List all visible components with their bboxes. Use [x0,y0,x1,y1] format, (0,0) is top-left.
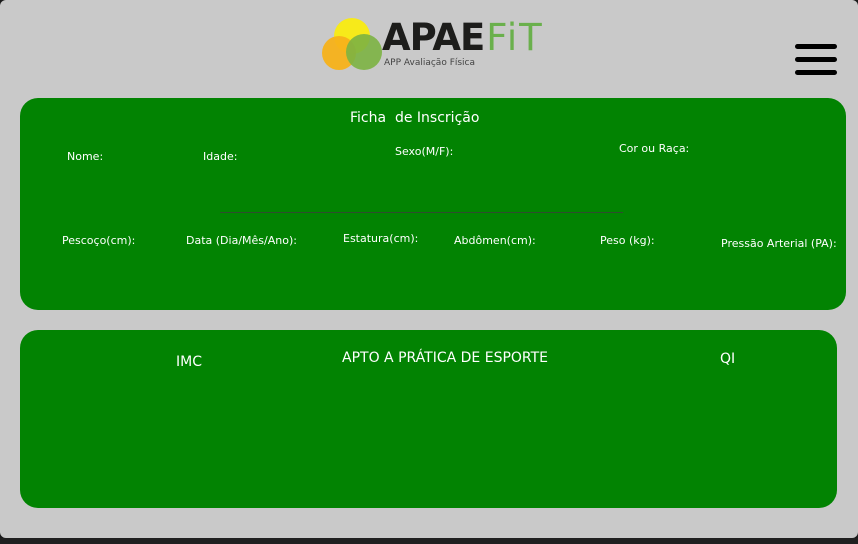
imc-label: IMC [176,354,202,370]
blood-pressure-field-label[interactable]: Pressão Arterial (PA): [721,237,837,250]
app-logo: APAEFiT APP Avaliação Física [320,16,542,76]
age-field-label[interactable]: Idade: [203,150,237,163]
screen-bottom-edge [0,538,858,544]
name-field-label[interactable]: Nome: [67,150,103,163]
hamburger-menu-icon[interactable] [795,44,837,76]
date-field-label[interactable]: Data (Dia/Mês/Ano): [186,234,297,247]
logo-subtitle: APP Avaliação Física [384,58,476,68]
height-field-label[interactable]: Estatura(cm): [343,232,418,245]
menu-bar-top [795,44,837,49]
fitness-label: APTO A PRÁTICA DE ESPORTE [342,350,549,366]
menu-bar-bottom [795,70,837,75]
logo-wordmark-accent: FiT [486,16,544,59]
form-title: Ficha de Inscrição [350,110,480,126]
qi-label: QI [720,351,736,367]
logo-circle-green [346,34,382,70]
form-divider [220,212,623,213]
neck-field-label[interactable]: Pescoço(cm): [62,234,135,247]
logo-wordmark: APAEFiT [382,18,544,58]
weight-field-label[interactable]: Peso (kg): [600,234,655,247]
sex-field-label[interactable]: Sexo(M/F): [395,145,453,158]
app-screen: APAEFiT APP Avaliação Física Ficha de In… [0,0,858,538]
registration-form-panel: Ficha de Inscrição Nome: Idade: Sexo(M/F… [20,98,846,310]
race-field-label[interactable]: Cor ou Raça: [619,142,689,155]
results-panel: IMC APTO A PRÁTICA DE ESPORTE QI [20,330,837,508]
menu-bar-middle [795,57,837,62]
abdomen-field-label[interactable]: Abdômen(cm): [454,234,536,247]
logo-wordmark-main: APAE [382,16,485,59]
